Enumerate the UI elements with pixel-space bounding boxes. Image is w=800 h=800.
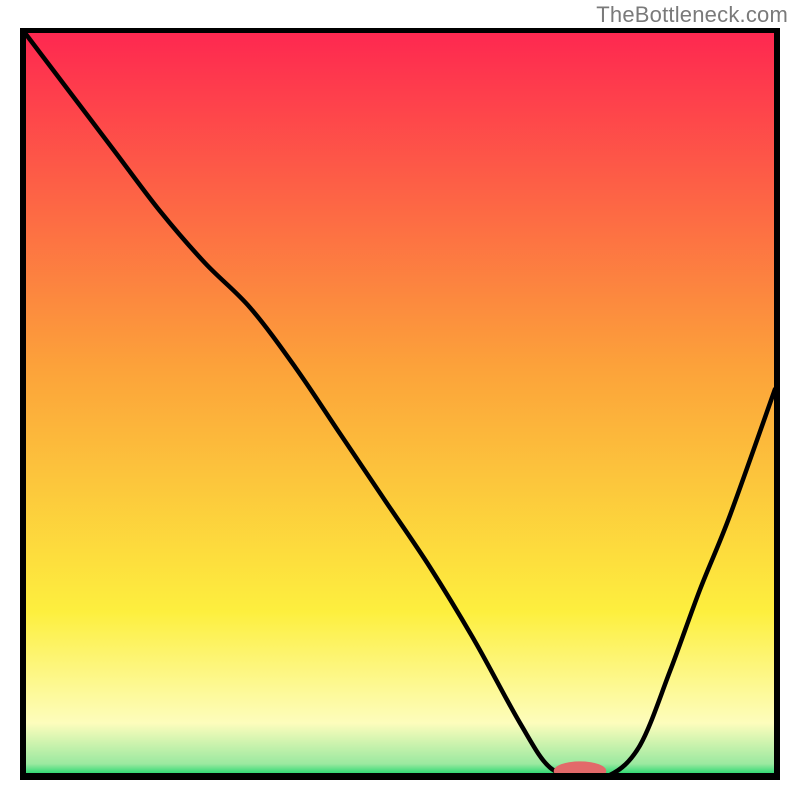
chart-background bbox=[25, 33, 775, 775]
watermark-text: TheBottleneck.com bbox=[596, 2, 788, 28]
chart-plot-area bbox=[25, 33, 775, 775]
chart-container: TheBottleneck.com bbox=[0, 0, 800, 800]
chart-svg bbox=[25, 33, 775, 775]
